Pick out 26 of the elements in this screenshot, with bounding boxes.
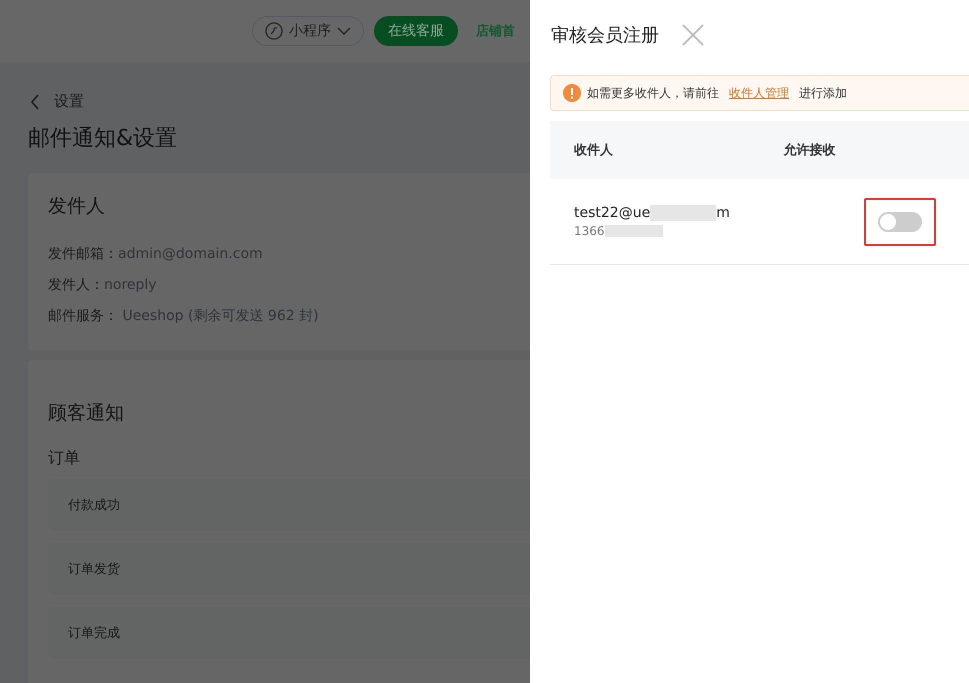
- allow-toggle[interactable]: [878, 212, 922, 232]
- link-icon: [265, 22, 283, 40]
- card-title: 顾客通知: [48, 401, 124, 426]
- card-title: 发件人: [48, 194, 105, 219]
- notice-text: 进行添加: [799, 84, 847, 102]
- sender-info-line: 发件人：noreply: [48, 276, 158, 294]
- online-support-button[interactable]: 在线客服: [374, 16, 458, 46]
- redaction-block: [604, 225, 663, 237]
- mini-program-label: 小程序: [289, 22, 331, 40]
- recipient-phone: 1366: [574, 224, 605, 238]
- section-title: 订单: [48, 448, 80, 469]
- sender-info-line: 发件邮箱：admin@domain.com: [48, 245, 264, 263]
- column-header: 收件人: [573, 142, 614, 159]
- chevron-down-icon: [337, 26, 351, 36]
- close-icon[interactable]: [681, 23, 705, 47]
- recipient-management-link[interactable]: 收件人管理: [729, 84, 789, 102]
- redaction-block: [650, 205, 716, 221]
- mini-program-dropdown[interactable]: 小程序: [252, 16, 364, 46]
- notice-text: 如需更多收件人，请前往: [587, 84, 719, 102]
- column-header: 允许接收: [782, 142, 836, 159]
- back-link[interactable]: 设置: [54, 92, 84, 111]
- drawer-title: 审核会员注册: [551, 24, 659, 47]
- recipient-email: m: [716, 205, 730, 221]
- recipient-email: test22@ue: [574, 205, 650, 221]
- warning-icon: [563, 84, 581, 102]
- page-title: 邮件通知&设置: [28, 125, 178, 153]
